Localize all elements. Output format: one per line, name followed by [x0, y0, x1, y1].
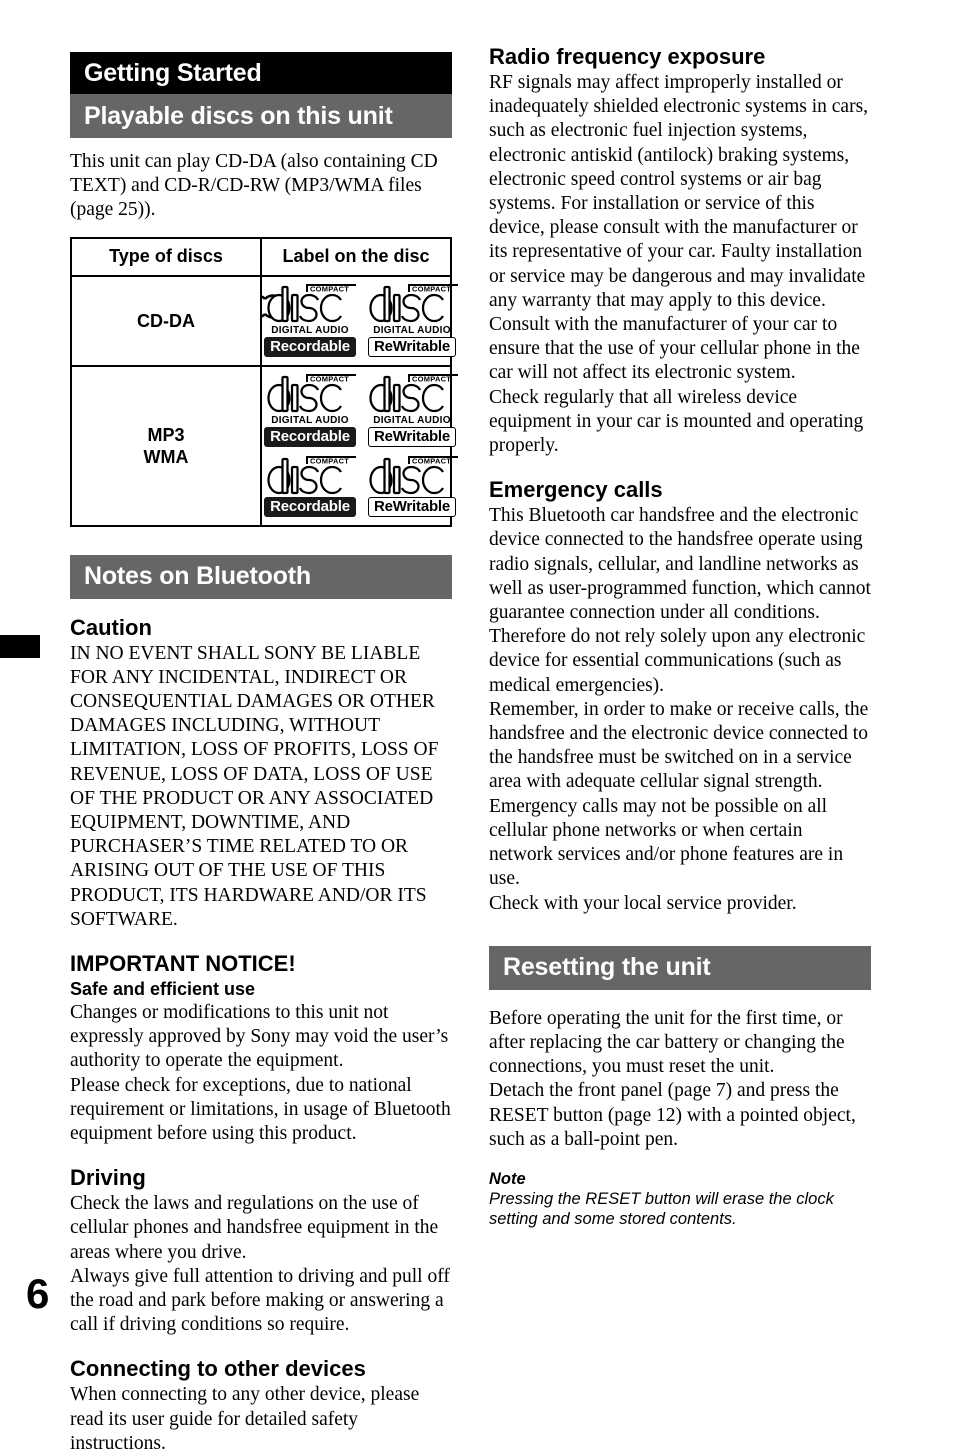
- resetting-block: Before operating the unit for the first …: [489, 1007, 871, 1230]
- column-header-type-of-discs: Type of discs: [70, 236, 262, 277]
- emergency-calls-paragraph-2: Therefore do not rely solely upon any el…: [489, 626, 866, 696]
- document-page: Getting Started Playable discs on this u…: [0, 0, 954, 1454]
- playable-discs-table: Type of discs Label on the disc CD-DA CO…: [70, 236, 458, 527]
- intro-paragraph: This unit can play CD-DA (also containin…: [70, 151, 438, 221]
- compact-wordmark: COMPACT: [412, 456, 451, 465]
- connecting-paragraph-1: When connecting to any other device, ple…: [70, 1384, 420, 1454]
- radio-frequency-exposure-block: Radio frequency exposure RF signals may …: [489, 44, 871, 458]
- chapter-thumb-tab: [0, 635, 40, 658]
- emergency-calls-paragraph-4: Emergency calls may not be possible on a…: [489, 795, 844, 890]
- compact-disc-digital-audio-rewritable-logo: COMPACT DIGITAL AUDIO ReWritable: [364, 283, 460, 357]
- important-notice-block: IMPORTANT NOTICE! Safe and efficient use…: [70, 951, 452, 1146]
- emergency-calls-paragraph-3: Remember, in order to make or receive ca…: [489, 698, 869, 793]
- compact-wordmark: COMPACT: [310, 374, 349, 383]
- section-banner-notes-on-bluetooth: Notes on Bluetooth: [70, 554, 452, 599]
- chapter-banner: Getting Started: [70, 52, 452, 94]
- cell-disc-type-mp3-wma: MP3 WMA: [70, 364, 262, 527]
- digital-audio-tagline: DIGITAL AUDIO: [271, 324, 349, 336]
- rewritable-badge: ReWritable: [367, 336, 457, 357]
- important-notice-heading: IMPORTANT NOTICE!: [70, 951, 296, 977]
- emergency-calls-paragraph-1: This Bluetooth car handsfree and the ele…: [489, 505, 871, 624]
- important-notice-paragraph-1: Changes or modifications to this unit no…: [70, 1002, 449, 1072]
- caution-heading: Caution: [70, 614, 152, 640]
- radio-frequency-paragraph-2: Consult with the manufacturer of your ca…: [489, 314, 860, 384]
- driving-block: Driving Check the laws and regulations o…: [70, 1165, 452, 1337]
- compact-disc-digital-audio-recordable-logo: COMPACT DIGITAL AUDIO Recordable: [262, 283, 358, 357]
- compact-disc-mark-icon: COMPACT: [369, 283, 458, 322]
- compact-disc-recordable-logo: COMPACT Recordable: [262, 455, 358, 517]
- disc-type-line-mp3: MP3: [147, 424, 185, 445]
- disc-type-line-wma: WMA: [143, 446, 189, 467]
- resetting-paragraph-2: Detach the front panel (page 7) and pres…: [489, 1080, 856, 1150]
- note-body: Pressing the RESET button will erase the…: [489, 1189, 834, 1229]
- resetting-paragraph-1: Before operating the unit for the first …: [489, 1007, 845, 1078]
- important-notice-paragraph-2: Please check for exceptions, due to nati…: [70, 1074, 451, 1145]
- compact-disc-digital-audio-rewritable-logo: COMPACT DIGITAL AUDIO ReWritable: [364, 373, 460, 447]
- digital-audio-tagline: DIGITAL AUDIO: [373, 414, 451, 426]
- emergency-calls-heading: Emergency calls: [489, 477, 663, 503]
- note-heading: Note: [489, 1169, 526, 1188]
- driving-paragraph-2: Always give full attention to driving an…: [70, 1265, 450, 1336]
- radio-frequency-paragraph-3: Check regularly that all wireless device…: [489, 386, 864, 457]
- rewritable-badge: ReWritable: [367, 496, 457, 517]
- digital-audio-tagline: DIGITAL AUDIO: [373, 324, 451, 336]
- safe-and-efficient-use-subheading: Safe and efficient use: [70, 979, 256, 1000]
- driving-paragraph-1: Check the laws and regulations on the us…: [70, 1193, 439, 1263]
- cell-disc-labels-cdda: COMPACT DIGITAL AUDIO Recordable COMPACT…: [260, 274, 458, 367]
- compact-wordmark: COMPACT: [412, 284, 451, 293]
- compact-disc-mark-icon: COMPACT: [267, 373, 356, 412]
- cell-disc-labels-mp3-wma: COMPACT DIGITAL AUDIO Recordable COMPACT…: [260, 364, 458, 527]
- emergency-calls-paragraph-5: Check with your local service provider.: [489, 892, 797, 914]
- logo-row: COMPACT Recordable COMPACT ReWritable: [262, 455, 458, 517]
- recordable-badge: Recordable: [264, 496, 356, 517]
- compact-disc-digital-audio-recordable-logo: COMPACT DIGITAL AUDIO Recordable: [262, 373, 358, 447]
- table-header-row: Type of discs Label on the disc: [70, 236, 452, 277]
- radio-frequency-paragraph-1: RF signals may affect improperly install…: [489, 72, 869, 311]
- connecting-block: Connecting to other devices When connect…: [70, 1356, 452, 1456]
- left-column: Getting Started Playable discs on this u…: [70, 52, 458, 1456]
- compact-wordmark: COMPACT: [412, 374, 451, 383]
- compact-disc-mark-icon: COMPACT: [267, 455, 356, 494]
- compact-disc-rewritable-logo: COMPACT ReWritable: [364, 455, 460, 517]
- rewritable-badge: ReWritable: [367, 426, 457, 447]
- right-column: Radio frequency exposure RF signals may …: [489, 44, 871, 1230]
- compact-disc-mark-icon: COMPACT: [262, 283, 356, 322]
- section-banner-resetting-the-unit: Resetting the unit: [489, 945, 871, 990]
- connecting-to-other-devices-heading: Connecting to other devices: [70, 1356, 366, 1382]
- caution-block: Caution IN NO EVENT SHALL SONY BE LIABLE…: [70, 615, 452, 932]
- caution-body: IN NO EVENT SHALL SONY BE LIABLE FOR ANY…: [70, 642, 439, 930]
- logo-row: COMPACT DIGITAL AUDIO Recordable COMPACT…: [262, 283, 458, 357]
- digital-audio-tagline: DIGITAL AUDIO: [271, 414, 349, 426]
- recordable-badge: Recordable: [264, 426, 356, 447]
- table-row: MP3 WMA COMPACT DIGITAL AUDIO Recordable…: [70, 364, 458, 527]
- table-row: CD-DA COMPACT DIGITAL AUDIO Recordable C…: [70, 274, 458, 367]
- column-header-label-on-the-disc: Label on the disc: [260, 236, 452, 277]
- emergency-calls-block: Emergency calls This Bluetooth car hands…: [489, 477, 871, 915]
- compact-wordmark: COMPACT: [310, 456, 349, 465]
- cell-disc-type-cdda: CD-DA: [70, 274, 262, 367]
- recordable-badge: Recordable: [264, 336, 356, 357]
- compact-disc-mark-icon: COMPACT: [369, 373, 458, 412]
- page-number: 6: [26, 1270, 49, 1317]
- logo-row: COMPACT DIGITAL AUDIO Recordable COMPACT…: [262, 373, 458, 447]
- radio-frequency-exposure-heading: Radio frequency exposure: [489, 44, 766, 69]
- reset-note: Note Pressing the RESET button will eras…: [489, 1169, 871, 1230]
- compact-wordmark: COMPACT: [310, 284, 349, 293]
- driving-heading: Driving: [70, 1165, 146, 1191]
- compact-disc-mark-icon: COMPACT: [369, 455, 458, 494]
- section-banner-playable-discs: Playable discs on this unit: [70, 94, 452, 138]
